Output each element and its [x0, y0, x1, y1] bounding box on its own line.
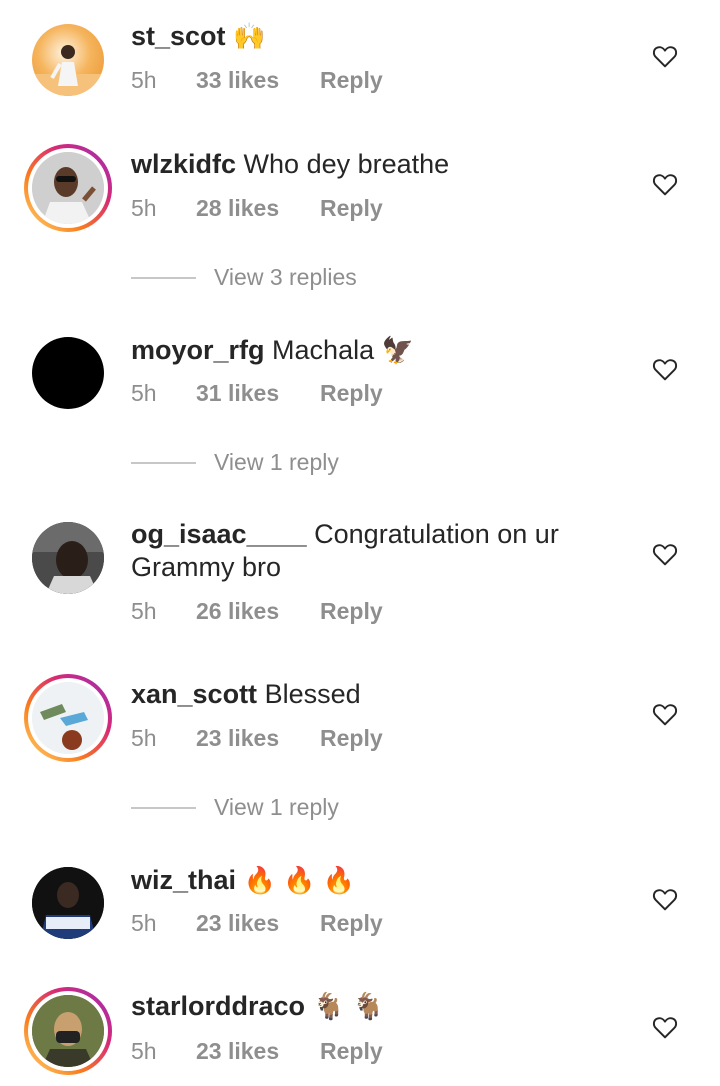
- comment-likes[interactable]: 26 likes: [196, 598, 320, 625]
- reply-button[interactable]: Reply: [320, 1038, 383, 1065]
- avatar[interactable]: [32, 867, 104, 939]
- comment-username[interactable]: starlorddraco: [131, 991, 305, 1021]
- comment-emoji: 🔥 🔥 🔥: [243, 865, 356, 895]
- comment-meta: 5h 23 likes Reply: [131, 1038, 383, 1065]
- story-ring[interactable]: [24, 144, 112, 232]
- comment-meta: 5h 23 likes Reply: [131, 725, 383, 752]
- heart-outline-icon[interactable]: [652, 887, 678, 911]
- avatar: [32, 995, 104, 1067]
- comment-likes[interactable]: 31 likes: [196, 380, 320, 407]
- story-ring[interactable]: [24, 987, 112, 1075]
- divider-line: [131, 461, 196, 464]
- view-replies-label: View 3 replies: [214, 264, 357, 290]
- comment-text: wlzkidfc Who dey breathe: [131, 148, 581, 181]
- reply-button[interactable]: Reply: [320, 725, 383, 752]
- heart-outline-icon[interactable]: [652, 702, 678, 726]
- comment-username[interactable]: moyor_rfg: [131, 335, 265, 365]
- comment-meta: 5h 33 likes Reply: [131, 67, 383, 94]
- comment-body: Who dey breathe: [243, 149, 450, 179]
- avatar: [32, 682, 104, 754]
- comment-meta: 5h 28 likes Reply: [131, 195, 383, 222]
- reply-button[interactable]: Reply: [320, 910, 383, 937]
- comment-time: 5h: [131, 380, 157, 406]
- comment-likes[interactable]: 23 likes: [196, 1038, 320, 1065]
- view-replies-label: View 1 reply: [214, 794, 339, 820]
- comment-time: 5h: [131, 67, 157, 93]
- story-ring[interactable]: [24, 674, 112, 762]
- comment-body: Machala: [272, 335, 375, 365]
- comment-time: 5h: [131, 1038, 157, 1064]
- comment-likes[interactable]: 23 likes: [196, 725, 320, 752]
- reply-button[interactable]: Reply: [320, 380, 383, 407]
- comment-username[interactable]: wiz_thai: [131, 865, 236, 895]
- comment-body: Blessed: [264, 679, 361, 709]
- comment-text: st_scot 🙌: [131, 20, 581, 53]
- heart-outline-icon[interactable]: [652, 542, 678, 566]
- heart-outline-icon[interactable]: [652, 44, 678, 68]
- comment-meta: 5h 31 likes Reply: [131, 380, 383, 407]
- divider-line: [131, 806, 196, 809]
- comment-emoji: 🙌: [233, 21, 266, 51]
- heart-outline-icon[interactable]: [652, 1015, 678, 1039]
- view-replies-link[interactable]: View 1 reply: [131, 449, 339, 476]
- comment-time: 5h: [131, 910, 157, 936]
- comment-emoji: 🦅: [381, 335, 414, 365]
- comment-text: xan_scott Blessed: [131, 678, 581, 711]
- comment-text: wiz_thai 🔥 🔥 🔥: [131, 864, 581, 897]
- comment-username[interactable]: og_isaac____: [131, 519, 307, 549]
- heart-outline-icon[interactable]: [652, 172, 678, 196]
- comment-text: moyor_rfg Machala 🦅: [131, 334, 581, 367]
- comment-likes[interactable]: 33 likes: [196, 67, 320, 94]
- comment-time: 5h: [131, 195, 157, 221]
- view-replies-link[interactable]: View 3 replies: [131, 264, 357, 291]
- heart-outline-icon[interactable]: [652, 357, 678, 381]
- comment-text: og_isaac____ Congratulation on ur Grammy…: [131, 518, 581, 584]
- comment-text: starlorddraco 🐐 🐐: [131, 990, 581, 1023]
- comment-time: 5h: [131, 725, 157, 751]
- avatar[interactable]: [32, 337, 104, 409]
- comment-username[interactable]: st_scot: [131, 21, 226, 51]
- comment-meta: 5h 23 likes Reply: [131, 910, 383, 937]
- reply-button[interactable]: Reply: [320, 67, 383, 94]
- comment-emoji: 🐐 🐐: [312, 991, 385, 1021]
- divider-line: [131, 276, 196, 279]
- view-replies-label: View 1 reply: [214, 449, 339, 475]
- comment-username[interactable]: wlzkidfc: [131, 149, 236, 179]
- avatar[interactable]: [32, 24, 104, 96]
- comment-meta: 5h 26 likes Reply: [131, 598, 383, 625]
- comment-time: 5h: [131, 598, 157, 624]
- view-replies-link[interactable]: View 1 reply: [131, 794, 339, 821]
- avatar: [32, 152, 104, 224]
- comment-username[interactable]: xan_scott: [131, 679, 257, 709]
- comment-likes[interactable]: 28 likes: [196, 195, 320, 222]
- reply-button[interactable]: Reply: [320, 195, 383, 222]
- reply-button[interactable]: Reply: [320, 598, 383, 625]
- comment-likes[interactable]: 23 likes: [196, 910, 320, 937]
- avatar[interactable]: [32, 522, 104, 594]
